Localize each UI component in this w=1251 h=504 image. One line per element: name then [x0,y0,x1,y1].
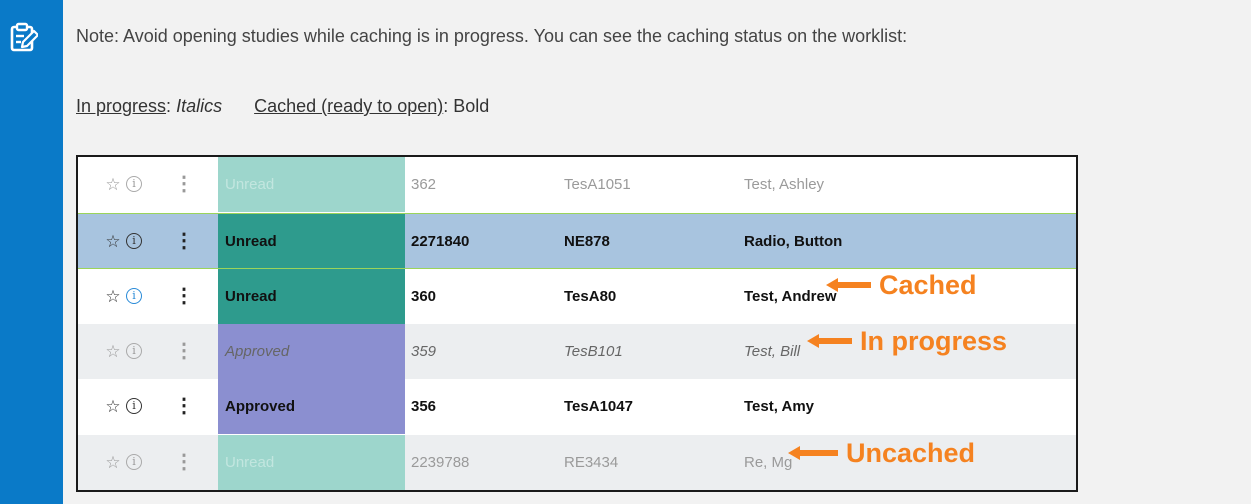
patient-id-cell: TesA1051 [564,176,631,193]
accession-cell: 356 [411,398,437,415]
more-vertical-icon[interactable]: ⋮ [174,324,194,379]
patient-name-cell: Test, Bill [744,342,801,360]
more-vertical-icon[interactable]: ⋮ [174,157,194,212]
caching-legend: In progress: Italics Cached (ready to op… [76,96,489,117]
patient-id-cell: TesA1047 [564,398,633,415]
accession-cell: 2271840 [411,232,470,250]
star-outline-icon[interactable]: ☆ [104,435,122,490]
info-icon[interactable]: i [126,398,142,414]
star-outline-icon[interactable]: ☆ [104,269,122,324]
note-sidebar [0,0,63,504]
star-outline-icon[interactable]: ☆ [104,157,122,212]
accession-cell: 360 [411,288,437,305]
status-cell: Unread [218,269,405,324]
legend-in-progress-value: Italics [176,96,223,116]
table-row[interactable]: ☆ i ⋮ Unread 2271840 NE878 Radio, Button [78,212,1076,269]
info-icon[interactable]: i [126,176,142,192]
legend-colon: : [443,96,449,116]
accession-cell: 362 [411,176,437,193]
patient-id-cell: RE3434 [564,453,619,471]
arrow-left-icon [807,334,852,348]
patient-id-cell: NE878 [564,232,610,250]
status-cell: Approved [218,379,405,434]
note-text: Note: Avoid opening studies while cachin… [76,26,908,46]
callout-label: Cached [879,270,977,300]
patient-name-cell: Re, Mg [744,453,793,471]
note-pencil-icon [10,22,38,52]
status-cell: Unread [218,213,405,269]
callout-label: Uncached [846,438,976,468]
legend-colon: : [166,96,172,116]
patient-id-cell: TesA80 [564,288,617,305]
accession-cell: 359 [411,342,437,360]
arrow-left-icon [788,446,838,460]
accession-cell: 2239788 [411,453,470,471]
callout-label: In progress [860,326,1008,356]
status-cell: Unread [218,157,405,212]
info-icon[interactable]: i [126,342,142,359]
more-vertical-icon[interactable]: ⋮ [174,435,194,490]
info-icon[interactable]: i [126,232,142,249]
star-outline-icon[interactable]: ☆ [104,324,122,379]
star-outline-icon[interactable]: ☆ [104,214,122,269]
legend-cached-value: Bold [453,96,490,116]
worklist-screenshot: ☆ i ⋮ Unread 362 TesA1051 Test, Ashley ☆ i ⋮ Unrea… [76,155,1078,492]
info-icon[interactable]: i [126,288,142,304]
star-outline-icon[interactable]: ☆ [104,379,122,434]
patient-id-cell: TesB101 [564,342,623,360]
more-vertical-icon[interactable]: ⋮ [174,214,194,269]
patient-name-cell: Test, Ashley [744,176,825,193]
table-row[interactable]: ☆ i ⋮ Unread 362 TesA1051 Test, Ashley [78,157,1076,212]
status-cell: Unread [218,434,405,490]
legend-in-progress-label: In progress [76,96,167,116]
patient-name-cell: Radio, Button [744,232,843,250]
patient-name-cell: Test, Amy [744,398,815,415]
patient-name-cell: Test, Andrew [744,288,837,305]
more-vertical-icon[interactable]: ⋮ [174,379,194,434]
info-icon[interactable]: i [126,453,142,470]
table-row[interactable]: ☆ i ⋮ Approved 356 TesA1047 Test, Amy [78,379,1076,434]
more-vertical-icon[interactable]: ⋮ [174,269,194,324]
arrow-left-icon [826,278,871,292]
legend-cached-label: Cached (ready to open) [254,96,444,116]
status-cell: Approved [218,323,405,379]
